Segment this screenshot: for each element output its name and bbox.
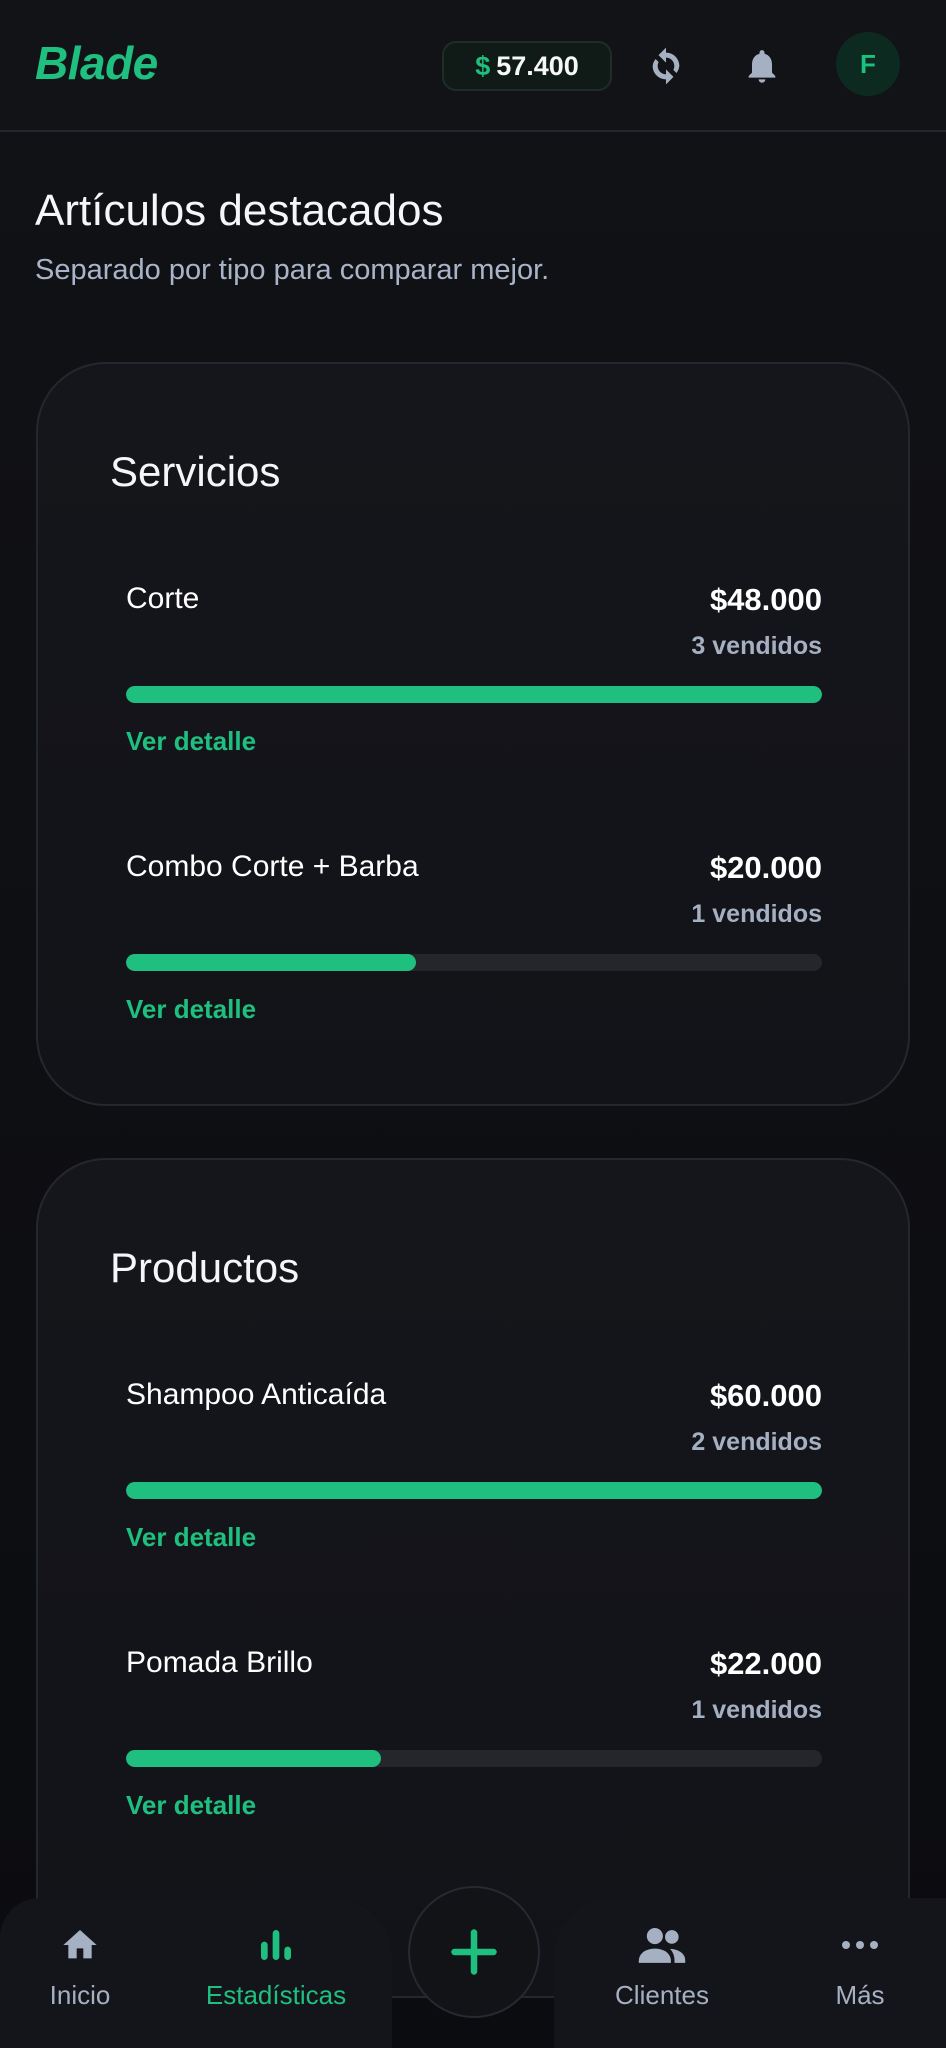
item-price: $22.000 <box>709 1646 822 1681</box>
add-button[interactable] <box>408 1886 540 2018</box>
view-detail-link[interactable]: Ver detalle <box>126 994 256 1025</box>
home-icon <box>63 1930 97 1959</box>
brand-logo[interactable]: Blade <box>35 36 158 90</box>
view-detail-link[interactable]: Ver detalle <box>126 726 256 757</box>
view-detail-link[interactable]: Ver detalle <box>126 1790 256 1821</box>
item-name: Pomada Brillo <box>126 1646 313 1679</box>
progress-bar <box>126 1750 822 1767</box>
balance-badge[interactable]: $ 57.400 <box>442 41 612 91</box>
nav-item-clientes[interactable]: Clientes <box>600 1920 724 2011</box>
item-name: Corte <box>126 582 200 615</box>
item-price: $60.000 <box>709 1378 822 1413</box>
nav-label: Inicio <box>49 1980 111 2010</box>
nav-label: Más <box>835 1980 885 2010</box>
users-icon <box>638 1928 686 1963</box>
page-title: Artículos destacados <box>35 186 444 235</box>
progress-fill <box>126 686 822 703</box>
nav-label: Estadísticas <box>205 1980 347 2010</box>
nav-item-mas[interactable]: Más <box>820 1920 900 2011</box>
item-sold-count: 1 vendidos <box>691 1696 822 1724</box>
item-sold-count: 1 vendidos <box>691 900 822 928</box>
progress-fill <box>126 1750 382 1767</box>
progress-bar <box>126 1482 822 1499</box>
user-avatar[interactable]: F <box>836 32 900 96</box>
item-price: $20.000 <box>709 850 822 885</box>
list-item: Corte $48.000 3 vendidos Ver detalle <box>126 582 822 782</box>
refresh-button[interactable] <box>636 36 696 96</box>
view-detail-link[interactable]: Ver detalle <box>126 1522 256 1553</box>
nav-item-inicio[interactable]: Inicio <box>30 1920 130 2011</box>
bell-icon <box>748 50 776 83</box>
item-sold-count: 3 vendidos <box>691 632 822 660</box>
top-bar: Blade $ 57.400 F <box>0 0 946 132</box>
item-name: Combo Corte + Barba <box>126 850 419 883</box>
list-item: Pomada Brillo $22.000 1 vendidos Ver det… <box>126 1646 822 1846</box>
notifications-button[interactable] <box>732 36 792 96</box>
card-title: Servicios <box>110 448 281 495</box>
list-item: Shampoo Anticaída $60.000 2 vendidos Ver… <box>126 1378 822 1578</box>
progress-fill <box>126 954 417 971</box>
page-subtitle: Separado por tipo para comparar mejor. <box>35 254 550 286</box>
nav-item-estadisticas[interactable]: Estadísticas <box>196 1920 356 2011</box>
currency-symbol: $ <box>475 50 491 81</box>
plus-icon <box>451 1929 497 1975</box>
bar-chart-icon <box>261 1930 291 1960</box>
progress-fill <box>126 1482 822 1499</box>
nav-label: Clientes <box>615 1980 709 2010</box>
products-card: Productos Shampoo Anticaída $60.000 2 ve… <box>36 1158 910 1998</box>
refresh-icon <box>652 47 680 85</box>
progress-bar <box>126 686 822 703</box>
services-card: Servicios Corte $48.000 3 vendidos Ver d… <box>36 362 910 1106</box>
card-title: Productos <box>110 1244 300 1291</box>
progress-bar <box>126 954 822 971</box>
more-dots-icon <box>842 1941 878 1949</box>
app-screen: Blade $ 57.400 F Artículos destacados Se… <box>0 0 946 2048</box>
item-sold-count: 2 vendidos <box>691 1428 822 1456</box>
list-item: Combo Corte + Barba $20.000 1 vendidos V… <box>126 850 822 1050</box>
item-price: $48.000 <box>709 582 822 617</box>
balance-value: 57.400 <box>496 50 579 81</box>
item-name: Shampoo Anticaída <box>126 1378 387 1411</box>
